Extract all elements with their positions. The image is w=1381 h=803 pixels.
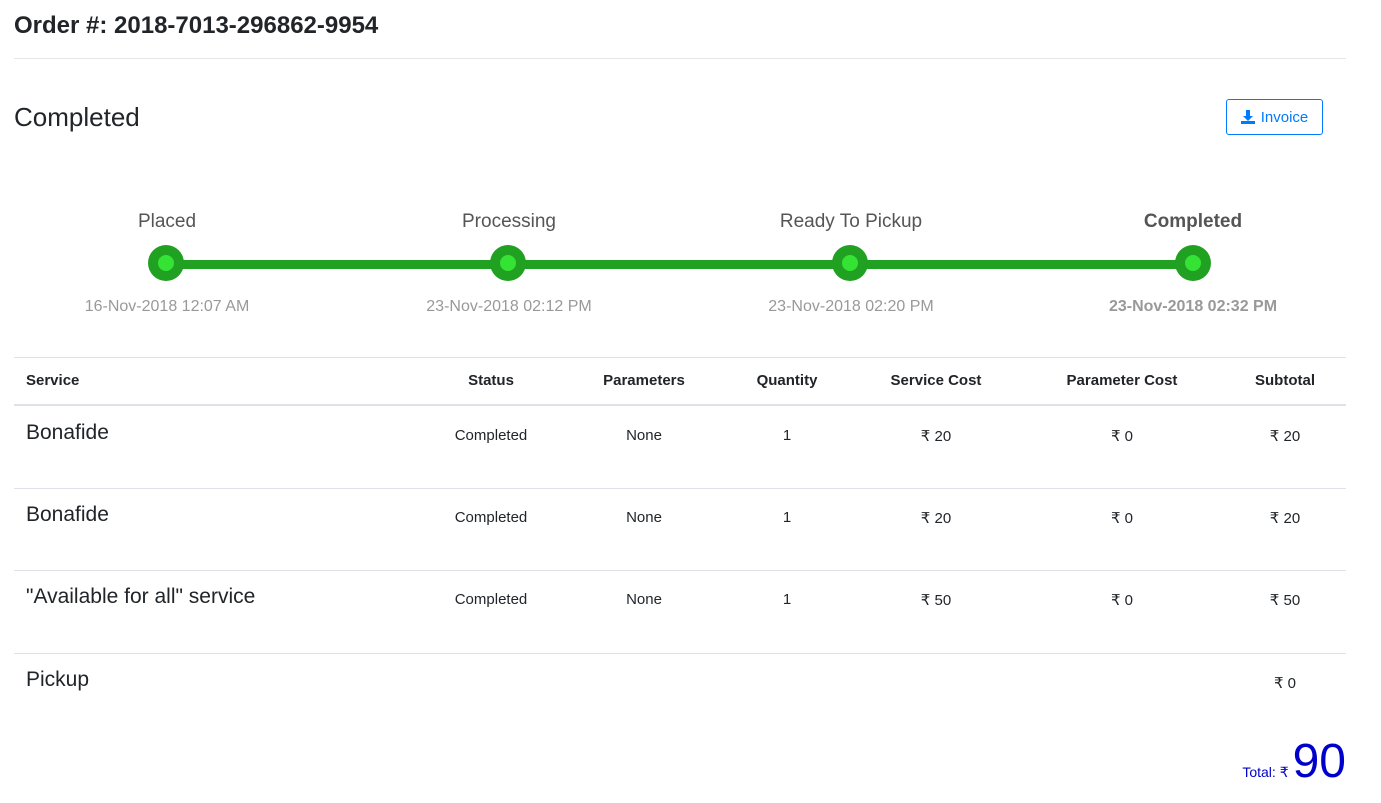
pickup-subtotal: ₹ 0: [1273, 675, 1297, 692]
row-divider: [14, 570, 1346, 571]
service-parameters: None: [626, 427, 662, 444]
service-name: Bonafide: [26, 421, 109, 444]
service-parameters: None: [626, 591, 662, 608]
parameter-cost: ₹ 0: [1110, 428, 1134, 445]
service-status: Completed: [454, 427, 528, 444]
table-top-border: [14, 357, 1346, 358]
service-parameters: None: [626, 509, 662, 526]
column-header-service-cost: Service Cost: [890, 372, 982, 389]
column-header-subtotal: Subtotal: [1255, 372, 1315, 389]
column-header-quantity: Quantity: [756, 372, 818, 389]
column-header-parameters: Parameters: [603, 372, 685, 389]
timeline-step-label: Placed: [137, 211, 197, 232]
timeline-dot-completed: [1175, 245, 1211, 281]
service-cost: ₹ 20: [920, 510, 952, 527]
timeline-step-date: 16-Nov-2018 12:07 AM: [84, 298, 250, 315]
parameter-cost: ₹ 0: [1110, 510, 1134, 527]
service-quantity: 1: [782, 427, 792, 444]
row-subtotal: ₹ 50: [1269, 592, 1301, 609]
order-timeline: Placed 16-Nov-2018 12:07 AM Processing 2…: [0, 0, 1381, 340]
timeline-step-date: 23-Nov-2018 02:32 PM: [1108, 298, 1278, 315]
pickup-label: Pickup: [26, 668, 90, 691]
timeline-step-label: Completed: [1143, 211, 1243, 232]
row-divider: [14, 488, 1346, 489]
service-name: "Available for all" service: [26, 585, 256, 608]
total-value: 90: [1292, 735, 1346, 788]
column-header-status: Status: [468, 372, 514, 389]
timeline-dot-placed: [148, 245, 184, 281]
column-header-parameter-cost: Parameter Cost: [1066, 372, 1178, 389]
total-label: Total: ₹: [1242, 764, 1289, 780]
timeline-step-date: 23-Nov-2018 02:20 PM: [768, 298, 934, 315]
timeline-dot-ready-to-pickup: [832, 245, 868, 281]
service-cost: ₹ 20: [920, 428, 952, 445]
parameter-cost: ₹ 0: [1110, 592, 1134, 609]
service-cost: ₹ 50: [920, 592, 952, 609]
table-header-border: [14, 404, 1346, 406]
row-subtotal: ₹ 20: [1269, 510, 1301, 527]
column-header-service: Service: [26, 372, 80, 389]
service-quantity: 1: [782, 591, 792, 608]
timeline-step-label: Processing: [462, 211, 556, 232]
row-subtotal: ₹ 20: [1269, 428, 1301, 445]
service-quantity: 1: [782, 509, 792, 526]
order-total: Total: ₹ 90: [1242, 734, 1346, 790]
row-divider: [14, 653, 1346, 654]
service-status: Completed: [454, 591, 528, 608]
timeline-step-label: Ready To Pickup: [779, 211, 923, 232]
service-name: Bonafide: [26, 503, 109, 526]
timeline-track: [166, 260, 1193, 269]
timeline-step-date: 23-Nov-2018 02:12 PM: [426, 298, 592, 315]
service-status: Completed: [454, 509, 528, 526]
timeline-dot-processing: [490, 245, 526, 281]
